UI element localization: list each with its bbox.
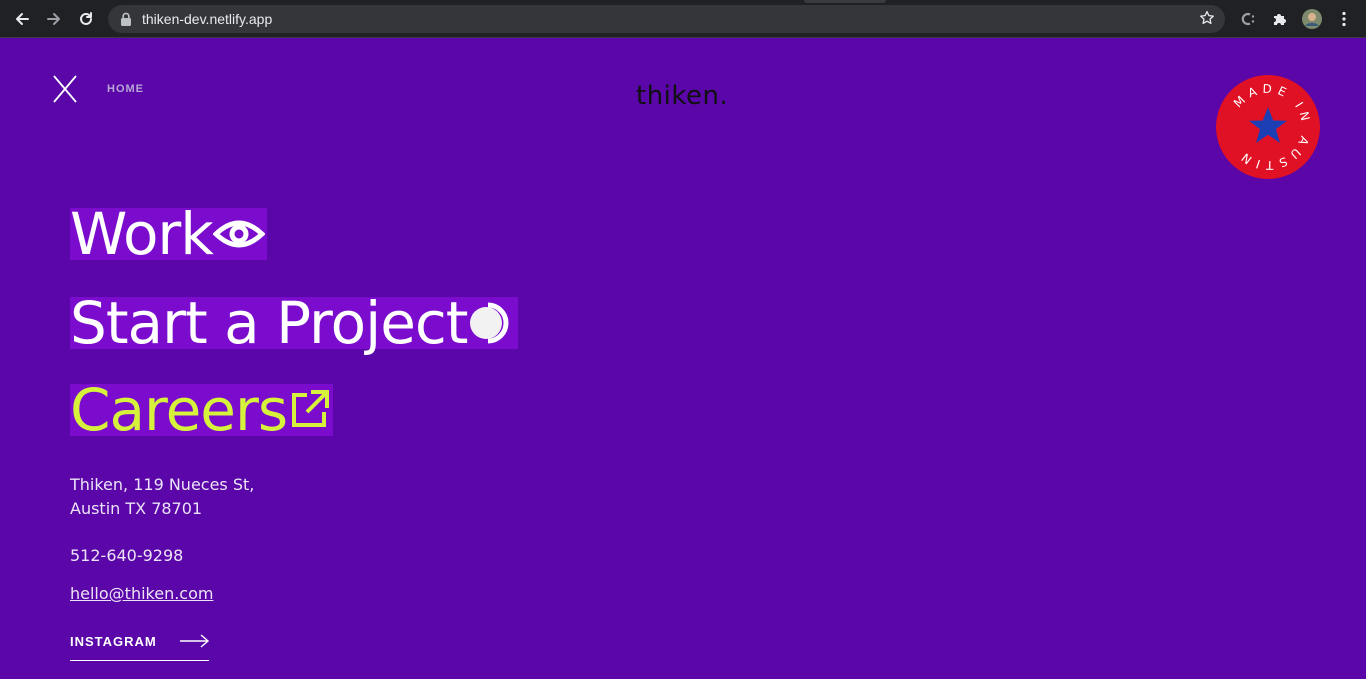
puzzle-icon[interactable] <box>1270 9 1290 29</box>
external-link-icon <box>292 390 330 427</box>
bookmark-star-icon[interactable] <box>1199 10 1215 31</box>
made-in-austin-badge: MADE IN AUSTIN <box>1215 74 1321 180</box>
menu-item-label: Careers <box>70 376 288 444</box>
address: Thiken, 119 Nueces St, Austin TX 78701 <box>70 473 254 521</box>
lock-icon[interactable] <box>120 12 132 31</box>
extension-c-icon[interactable] <box>1238 9 1258 29</box>
toggle-dot-icon <box>469 302 509 344</box>
address-line-2: Austin TX 78701 <box>70 499 203 518</box>
eye-icon <box>212 220 265 248</box>
menu-item-careers[interactable]: Careers <box>70 376 334 444</box>
page: HOME thiken. MADE IN AUSTIN Work Start a… <box>0 38 1366 679</box>
kebab-menu-icon[interactable] <box>1334 9 1354 29</box>
profile-avatar[interactable] <box>1302 9 1322 29</box>
reload-icon[interactable] <box>76 9 96 29</box>
menu-item-label: Work <box>70 200 214 268</box>
forward-icon[interactable] <box>44 9 64 29</box>
url-text[interactable]: thiken-dev.netlify.app <box>142 11 272 27</box>
tab-strip-notch <box>804 0 886 3</box>
email-link[interactable]: hello@thiken.com <box>70 584 213 603</box>
menu-item-start-project[interactable]: Start a Project <box>70 289 518 357</box>
address-bar[interactable]: thiken-dev.netlify.app <box>108 5 1225 33</box>
home-link[interactable]: HOME <box>107 83 144 95</box>
instagram-label: INSTAGRAM <box>70 634 157 649</box>
close-icon[interactable] <box>53 75 77 103</box>
logo[interactable]: thiken. <box>636 81 728 111</box>
menu-item-label: Start a Project <box>70 289 469 357</box>
arrow-right-icon <box>180 634 210 648</box>
browser-toolbar: thiken-dev.netlify.app <box>0 0 1366 38</box>
instagram-link[interactable]: INSTAGRAM <box>70 632 210 661</box>
back-icon[interactable] <box>12 9 32 29</box>
phone-link[interactable]: 512-640-9298 <box>70 546 183 565</box>
menu-item-work[interactable]: Work <box>70 200 267 268</box>
address-line-1: Thiken, 119 Nueces St, <box>70 475 255 494</box>
